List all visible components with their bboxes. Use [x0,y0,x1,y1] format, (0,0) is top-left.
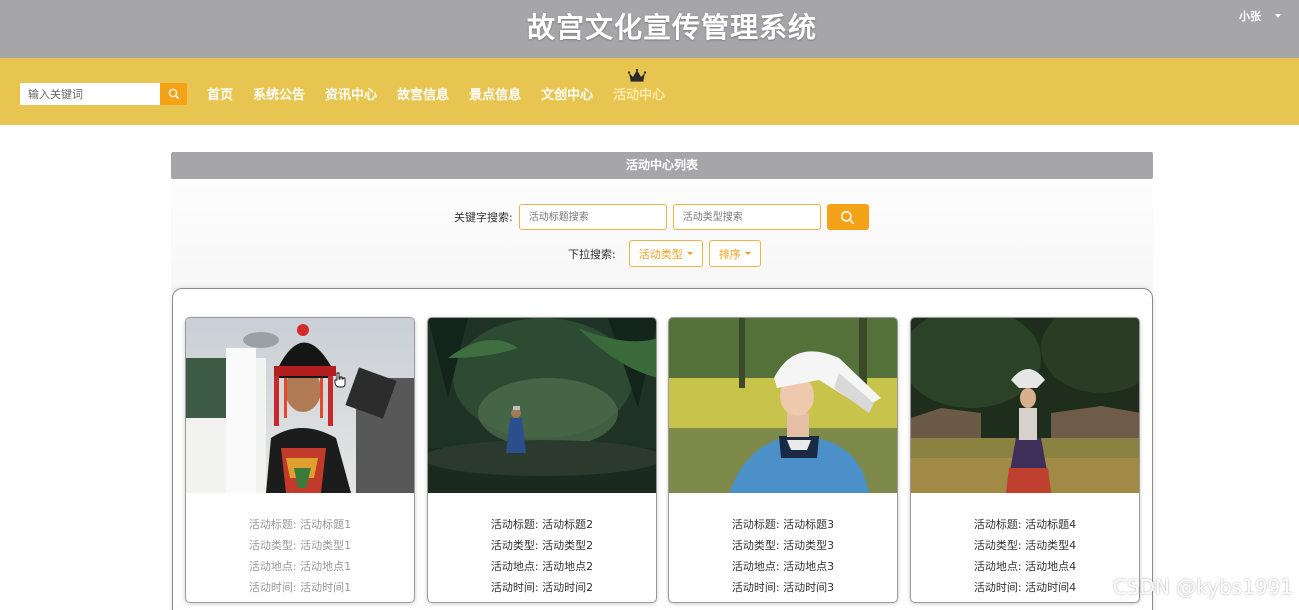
nav-item-news[interactable]: 资讯中心 [325,84,377,103]
activity-image[interactable] [669,318,897,493]
nav-item-palace-info[interactable]: 故宫信息 [397,84,449,103]
activity-photo [911,318,1139,493]
activity-title: 活动标题4 [1025,518,1077,531]
nav-item-attractions[interactable]: 景点信息 [469,84,521,103]
activity-title-line: 活动标题: 活动标题1 [248,518,352,531]
activity-time-line: 活动时间: 活动时间3 [731,581,835,594]
activity-type: 活动类型4 [1025,539,1077,552]
activity-place-line: 活动地点: 活动地点1 [248,560,352,573]
background-fade [171,180,1153,290]
activity-card[interactable]: 活动标题: 活动标题3 活动类型: 活动类型3 活动地点: 活动地点3 活动时间… [668,317,898,603]
nav-search [20,83,187,105]
activity-time: 活动时间3 [783,581,835,594]
activity-photo [186,318,414,493]
activity-title: 活动标题1 [300,518,352,531]
search-icon [168,88,179,100]
watermark: CSDN @kybs1991 [1112,575,1293,599]
activity-title-line: 活动标题: 活动标题3 [731,518,835,531]
activity-title: 活动标题3 [783,518,835,531]
activity-place: 活动地点1 [300,560,352,573]
activity-type: 活动类型3 [783,539,835,552]
activity-image[interactable] [428,318,656,493]
activity-time-line: 活动时间: 活动时间4 [973,581,1077,594]
site-title: 故宫文化宣传管理系统 [526,11,817,44]
activity-type-search-input[interactable] [672,204,821,230]
crown-icon [628,69,647,82]
activity-title-line: 活动标题: 活动标题4 [973,518,1077,531]
keyword-search-row: 关键字搜索: [454,204,869,230]
activity-type-line: 活动类型: 活动类型2 [490,539,594,552]
caret-down-icon [744,252,751,255]
nav-item-announcements[interactable]: 系统公告 [253,84,305,103]
activity-list-panel: 活动标题: 活动标题1 活动类型: 活动类型1 活动地点: 活动地点1 活动时间… [172,288,1153,610]
activity-info: 活动标题: 活动标题1 活动类型: 活动类型1 活动地点: 活动地点1 活动时间… [186,493,414,598]
user-menu[interactable]: 小张 [1239,8,1281,24]
activity-type-dropdown-label: 活动类型 [638,247,683,261]
nav-bar: 首页 系统公告 资讯中心 故宫信息 景点信息 文创中心 活动中心 [0,58,1299,125]
activity-image[interactable] [911,318,1139,493]
activity-title-line: 活动标题: 活动标题2 [490,518,594,531]
caret-down-icon [1275,14,1281,18]
top-header: 故宫文化宣传管理系统 小张 [0,0,1299,58]
activity-place: 活动地点4 [1025,560,1077,573]
activity-place-line: 活动地点: 活动地点2 [490,560,594,573]
section-title: 活动中心列表 [171,152,1153,179]
activity-card[interactable]: 活动标题: 活动标题2 活动类型: 活动类型2 活动地点: 活动地点2 活动时间… [427,317,657,603]
activity-type: 活动类型1 [300,539,352,552]
nav-item-home[interactable]: 首页 [207,84,233,103]
activity-time: 活动时间1 [300,581,352,594]
activity-type-dropdown[interactable]: 活动类型 [628,240,703,267]
activity-card[interactable]: 活动标题: 活动标题4 活动类型: 活动类型4 活动地点: 活动地点4 活动时间… [910,317,1140,603]
nav-item-creative[interactable]: 文创中心 [541,84,593,103]
dropdown-search-row: 下拉搜索: 活动类型 排序 [568,240,767,267]
activity-type-line: 活动类型: 活动类型1 [248,539,352,552]
activity-info: 活动标题: 活动标题2 活动类型: 活动类型2 活动地点: 活动地点2 活动时间… [428,493,656,598]
activity-info: 活动标题: 活动标题4 活动类型: 活动类型4 活动地点: 活动地点4 活动时间… [911,493,1139,598]
activity-card[interactable]: 活动标题: 活动标题1 活动类型: 活动类型1 活动地点: 活动地点1 活动时间… [185,317,415,603]
keyword-search-label: 关键字搜索: [454,211,513,224]
dropdown-search-label: 下拉搜索: [568,247,616,261]
user-name: 小张 [1239,10,1261,23]
search-button[interactable] [826,204,869,230]
activity-title-search-input[interactable] [518,204,667,230]
activity-photo [428,318,656,493]
activity-time: 活动时间2 [542,581,594,594]
activity-image[interactable] [186,318,414,493]
nav-links: 首页 系统公告 资讯中心 故宫信息 景点信息 文创中心 活动中心 [207,69,666,103]
activity-type-line: 活动类型: 活动类型4 [973,539,1077,552]
nav-item-activities[interactable]: 活动中心 [613,69,666,103]
activity-place: 活动地点3 [783,560,835,573]
sort-dropdown-label: 排序 [718,247,741,261]
search-icon [841,210,855,224]
activity-title: 活动标题2 [542,518,594,531]
activity-time-line: 活动时间: 活动时间2 [490,581,594,594]
activity-type-line: 活动类型: 活动类型3 [731,539,835,552]
nav-search-input[interactable] [20,83,160,105]
hand-cursor-icon [334,372,346,388]
caret-down-icon [686,252,693,255]
nav-item-activities-label: 活动中心 [613,88,666,103]
activity-info: 活动标题: 活动标题3 活动类型: 活动类型3 活动地点: 活动地点3 活动时间… [669,493,897,598]
activity-time: 活动时间4 [1025,581,1077,594]
activity-place-line: 活动地点: 活动地点3 [731,560,835,573]
nav-search-button[interactable] [160,83,187,105]
activity-place: 活动地点2 [542,560,594,573]
sort-dropdown[interactable]: 排序 [708,240,761,267]
activity-time-line: 活动时间: 活动时间1 [248,581,352,594]
activity-photo [669,318,897,493]
activity-type: 活动类型2 [542,539,594,552]
activity-place-line: 活动地点: 活动地点4 [973,560,1077,573]
